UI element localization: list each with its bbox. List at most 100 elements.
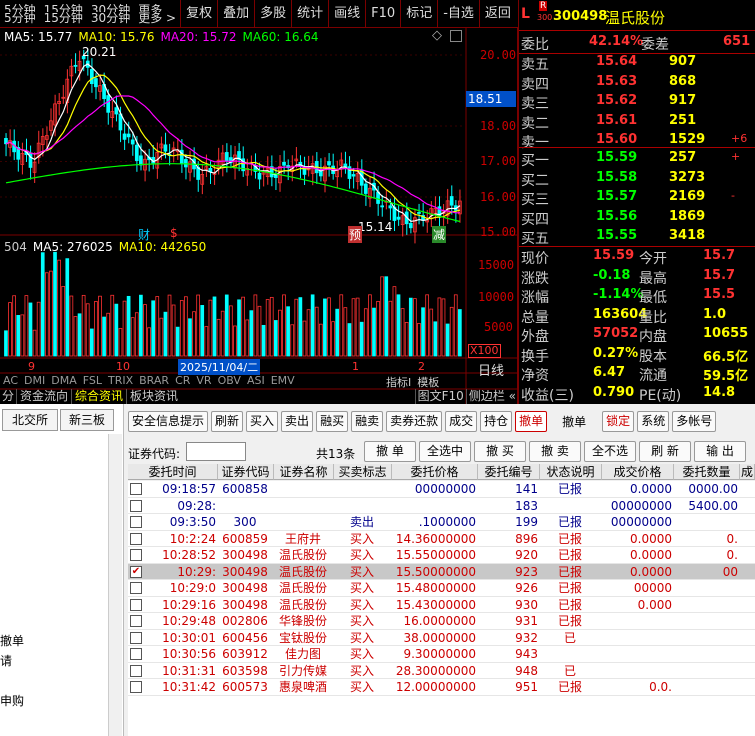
sidebar-item-request[interactable]: 请 bbox=[0, 652, 12, 669]
row-checkbox[interactable] bbox=[130, 615, 142, 627]
table-row[interactable]: 09:18:57 600858 00000000 141 已报 0.0000 0000.00 bbox=[128, 481, 755, 498]
template-tab[interactable]: 模板 bbox=[417, 374, 439, 390]
system-button[interactable]: 系统 bbox=[637, 410, 670, 432]
column-header[interactable]: 证券名称 bbox=[274, 464, 334, 480]
draw-line-button[interactable]: 画线 bbox=[328, 0, 365, 28]
timeframe-15min[interactable]: 15分钟 bbox=[40, 12, 87, 24]
column-header[interactable]: 状态说明 bbox=[540, 464, 602, 480]
row-checkbox[interactable] bbox=[130, 648, 142, 660]
overlay-button[interactable]: 叠加 bbox=[217, 0, 254, 28]
adjust-button[interactable]: 复权 bbox=[180, 0, 217, 28]
margin-sell-button[interactable]: 融卖 bbox=[351, 410, 384, 432]
deselect-all-button[interactable]: 全不选 bbox=[584, 441, 636, 462]
cancel-selected-button[interactable]: 撤 单 bbox=[364, 441, 416, 462]
row-checkbox[interactable] bbox=[130, 516, 142, 528]
column-header[interactable]: 证券代码 bbox=[218, 464, 274, 480]
row-checkbox[interactable] bbox=[130, 631, 142, 644]
bid-level-5[interactable]: 买五 15.55 3418 bbox=[519, 228, 755, 247]
table-row[interactable]: 09:28: 183 00000000 5400.00 bbox=[128, 498, 755, 514]
row-checkbox[interactable] bbox=[130, 499, 142, 512]
cancel-order-button[interactable]: 撤单 bbox=[515, 410, 548, 432]
info-tab-news[interactable]: 综合资讯 bbox=[71, 389, 126, 404]
indicator-tab-trix[interactable]: TRIX bbox=[105, 374, 136, 388]
column-header[interactable]: 委托编号 bbox=[478, 464, 540, 480]
row-checkbox[interactable]: ✔ bbox=[130, 565, 142, 578]
ask-level-5[interactable]: 卖一 15.60 1529 +6 bbox=[519, 132, 755, 151]
f10-graphic-tab[interactable]: 图文F10 bbox=[414, 389, 466, 404]
table-row[interactable]: ✔ 10:29: 300498 温氏股份 买入 15.50000000 923 已报 0.000… bbox=[128, 563, 755, 580]
table-row[interactable]: 10:28:52 300498 温氏股份 买入 15.55000000 920 已报 0.00… bbox=[128, 547, 755, 564]
column-header[interactable]: 买卖标志 bbox=[334, 464, 392, 480]
info-tab-sector-news[interactable]: 板块资讯 bbox=[126, 389, 181, 404]
info-tab-minute[interactable]: 分 bbox=[0, 389, 16, 404]
row-checkbox[interactable] bbox=[130, 681, 142, 693]
column-header[interactable]: 成交价格 bbox=[602, 464, 674, 480]
window-toggle-icon[interactable] bbox=[450, 30, 462, 42]
row-checkbox[interactable] bbox=[130, 549, 142, 561]
indicator-tab-cr[interactable]: CR bbox=[172, 374, 193, 388]
ask-level-1[interactable]: 卖五 15.64 907 bbox=[519, 54, 755, 73]
marker-forecast[interactable]: 预 bbox=[348, 226, 363, 243]
marker-dollar[interactable]: $ bbox=[170, 226, 178, 240]
refresh-list-button[interactable]: 刷 新 bbox=[639, 441, 691, 462]
indicator-tab-brar[interactable]: BRAR bbox=[136, 374, 172, 388]
sidebar-item-cancel[interactable]: 撤单 bbox=[0, 632, 24, 649]
multi-stock-button[interactable]: 多股 bbox=[254, 0, 291, 28]
indicator-tab-vr[interactable]: VR bbox=[193, 374, 214, 388]
select-all-button[interactable]: 全选中 bbox=[419, 441, 471, 462]
table-row[interactable]: 10:30:56 603912 佳力图 买入 9.30000000 943 bbox=[128, 646, 755, 663]
column-header[interactable]: 委托时间 bbox=[128, 464, 218, 480]
sidebar-scrollbar[interactable] bbox=[108, 434, 122, 736]
indicator-tab-dma[interactable]: DMA bbox=[48, 374, 80, 388]
row-checkbox[interactable] bbox=[130, 483, 142, 495]
indicator-tab-dmi[interactable]: DMI bbox=[21, 374, 48, 388]
multi-account-button[interactable]: 多帐号 bbox=[672, 410, 717, 432]
f10-button[interactable]: F10 bbox=[365, 0, 400, 28]
bid-level-1[interactable]: 买一 15.59 257 + bbox=[519, 150, 755, 169]
table-row[interactable]: 09:3:50 300 卖出 .1000000 199 已报 00000000 bbox=[128, 514, 755, 531]
table-row[interactable]: 10:30:01 600456 宝钛股份 买入 38.0000000 932 已 bbox=[128, 630, 755, 646]
marker-reduce[interactable]: 减 bbox=[432, 226, 447, 243]
diamond-icon[interactable]: ◇ bbox=[432, 28, 442, 43]
table-row[interactable]: 10:31:42 600573 惠泉啤酒 买入 12.00000000 951 已报 0.0. bbox=[128, 679, 755, 696]
table-row[interactable]: 10:29:0 300498 温氏股份 买入 15.48000000 926 已报 00000 bbox=[128, 580, 755, 597]
table-row[interactable]: 10:29:48 002806 华锋股份 买入 16.0000000 931 已报 bbox=[128, 613, 755, 630]
cancel-buys-button[interactable]: 撤 买 bbox=[474, 441, 526, 462]
column-header[interactable]: 委托价格 bbox=[392, 464, 478, 480]
row-checkbox[interactable] bbox=[130, 598, 142, 611]
column-header[interactable]: 委托数量 bbox=[674, 464, 740, 480]
indicator-tab-ac[interactable]: AC bbox=[0, 374, 21, 388]
back-button[interactable]: 返回 bbox=[478, 0, 516, 28]
timeframe-5min[interactable]: 5分钟 bbox=[0, 12, 40, 24]
table-row[interactable]: 10:29:16 300498 温氏股份 买入 15.43000000 930 已报 0.00… bbox=[128, 597, 755, 613]
column-header[interactable]: 成 bbox=[740, 464, 755, 480]
bid-level-3[interactable]: 买三 15.57 2169 - bbox=[519, 189, 755, 208]
indicator-tab-obv[interactable]: OBV bbox=[215, 374, 244, 388]
sidebar-item-subscribe[interactable]: 申购 bbox=[0, 692, 24, 709]
kline-chart-svg[interactable] bbox=[0, 28, 518, 404]
export-button[interactable]: 输 出 bbox=[694, 441, 746, 462]
mark-button[interactable]: 标记 bbox=[400, 0, 437, 28]
indicator-tab-asi[interactable]: ASI bbox=[244, 374, 268, 388]
ask-level-2[interactable]: 卖四 15.63 868 bbox=[519, 74, 755, 93]
period-label[interactable]: 日线 bbox=[478, 360, 504, 379]
bid-level-2[interactable]: 买二 15.58 3273 bbox=[519, 170, 755, 189]
info-tab-capital-flow[interactable]: 资金流向 bbox=[16, 389, 71, 404]
indicator-tab-emv[interactable]: EMV bbox=[268, 374, 298, 388]
deals-button[interactable]: 成交 bbox=[445, 410, 478, 432]
ask-level-3[interactable]: 卖三 15.62 917 bbox=[519, 93, 755, 112]
ask-level-4[interactable]: 卖二 15.61 251 bbox=[519, 113, 755, 132]
sell-repay-button[interactable]: 卖券还款 bbox=[386, 410, 443, 432]
table-row[interactable]: 10:2:24 600859 王府井 买入 14.36000000 896 已报 0.0000… bbox=[128, 531, 755, 547]
row-checkbox[interactable] bbox=[130, 532, 142, 545]
tab-new-third-board[interactable]: 新三板 bbox=[60, 409, 114, 431]
stats-button[interactable]: 统计 bbox=[291, 0, 328, 28]
indicator-tab-fsl[interactable]: FSL bbox=[80, 374, 105, 388]
cancel-sells-button[interactable]: 撤 卖 bbox=[529, 441, 581, 462]
tab-beijing-exchange[interactable]: 北交所 bbox=[2, 409, 58, 431]
margin-buy-button[interactable]: 融买 bbox=[316, 410, 349, 432]
lock-button[interactable]: 锁定 bbox=[602, 410, 635, 432]
security-code-input[interactable] bbox=[186, 442, 246, 461]
buy-button[interactable]: 买入 bbox=[246, 410, 279, 432]
kline-chart-area[interactable]: MA5: 15.77 MA10: 15.76 MA20: 15.72 MA60:… bbox=[0, 28, 518, 404]
